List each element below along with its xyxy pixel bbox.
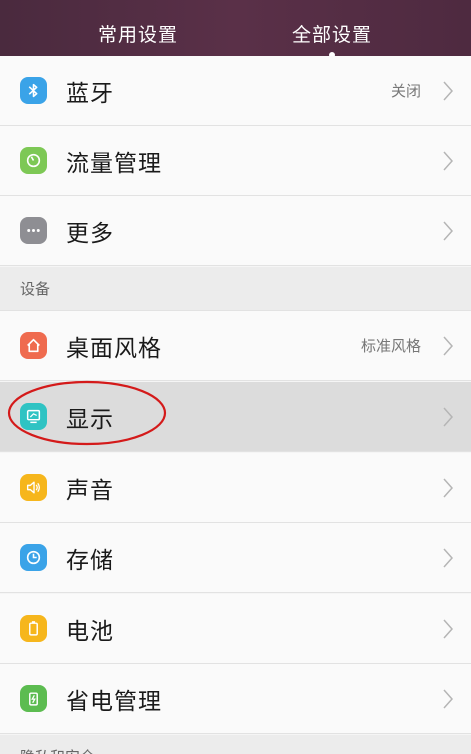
- settings-item-label: 更多: [66, 220, 114, 247]
- settings-item-power-saving[interactable]: 省电管理: [0, 664, 471, 734]
- settings-item-label: 省电管理: [66, 688, 162, 715]
- data-usage-icon: [20, 147, 47, 174]
- settings-item-battery[interactable]: 电池: [0, 594, 471, 664]
- desktop-style-value: 标准风格: [360, 337, 421, 355]
- settings-item-data-usage[interactable]: 流量管理: [0, 126, 471, 196]
- settings-item-label: 流量管理: [66, 150, 162, 177]
- more-icon: [20, 217, 47, 244]
- settings-item-label: 蓝牙: [66, 80, 114, 107]
- section-label: 设备: [20, 280, 51, 298]
- home-icon: [20, 332, 47, 359]
- settings-item-more[interactable]: 更多: [0, 196, 471, 266]
- chevron-right-icon: [443, 151, 453, 170]
- settings-item-label: 桌面风格: [66, 335, 162, 362]
- settings-item-desktop-style[interactable]: 桌面风格 标准风格: [0, 311, 471, 381]
- chevron-right-icon: [443, 407, 453, 426]
- storage-icon: [20, 544, 47, 571]
- settings-item-label: 存储: [66, 547, 114, 574]
- chevron-right-icon: [443, 619, 453, 638]
- settings-item-label: 声音: [66, 477, 114, 504]
- settings-item-sound[interactable]: 声音: [0, 453, 471, 523]
- bluetooth-icon: [20, 77, 47, 104]
- chevron-right-icon: [443, 81, 453, 100]
- chevron-right-icon: [443, 478, 453, 497]
- settings-item-label: 电池: [66, 618, 114, 645]
- settings-item-label: 显示: [66, 406, 114, 433]
- chevron-right-icon: [443, 336, 453, 355]
- section-label: 隐私和安全: [20, 735, 95, 754]
- section-header-device: 设备: [0, 267, 471, 311]
- settings-item-bluetooth[interactable]: 蓝牙 关闭: [0, 56, 471, 126]
- battery-icon: [20, 615, 47, 642]
- chevron-right-icon: [443, 221, 453, 240]
- chevron-right-icon: [443, 689, 453, 708]
- chevron-right-icon: [443, 548, 453, 567]
- display-icon: [20, 403, 47, 430]
- power-saving-icon: [20, 685, 47, 712]
- speaker-icon: [20, 474, 47, 501]
- settings-item-storage[interactable]: 存储: [0, 523, 471, 593]
- bluetooth-status: 关闭: [390, 82, 421, 100]
- section-header-privacy: 隐私和安全: [0, 735, 471, 754]
- settings-item-display[interactable]: 显示: [0, 382, 471, 452]
